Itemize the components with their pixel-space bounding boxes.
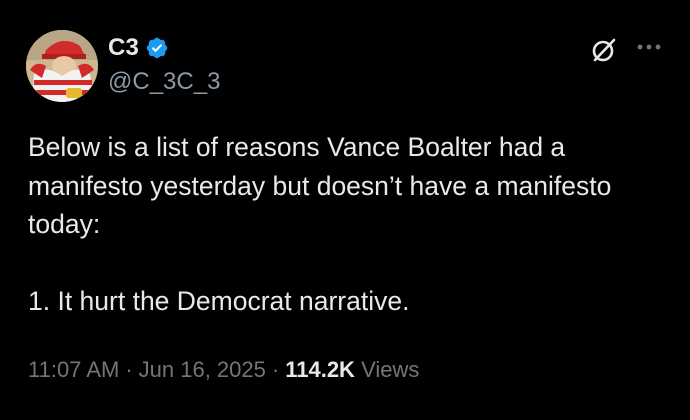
verified-badge-icon[interactable] [145,36,169,60]
name-row: C3 [108,34,220,62]
tweet-meta: 11:07 AM · Jun 16, 2025 · 114.2K Views [28,357,419,383]
handle[interactable]: @C_3C_3 [108,68,220,96]
grok-icon[interactable] [590,36,618,64]
tweet-time[interactable]: 11:07 AM [28,357,119,382]
meta-separator: · [125,357,133,382]
views-count[interactable]: 114.2K [285,357,355,382]
views-label: Views [361,357,420,382]
tweet-paragraph: 1. It hurt the Democrat narrative. [28,286,410,316]
display-name[interactable]: C3 [108,34,139,62]
tweet-card: C3 @C_3C_3 Below is a list of reasons Va… [0,0,690,420]
tweet-paragraph: Below is a list of reasons Vance Boalter… [28,132,612,239]
avatar-image [26,30,98,102]
author-info: C3 @C_3C_3 [108,34,220,96]
tweet-text: Below is a list of reasons Vance Boalter… [28,128,668,321]
avatar[interactable] [26,30,98,102]
more-icon[interactable] [636,40,662,54]
meta-separator: · [271,357,280,382]
tweet-date[interactable]: Jun 16, 2025 [139,357,266,382]
